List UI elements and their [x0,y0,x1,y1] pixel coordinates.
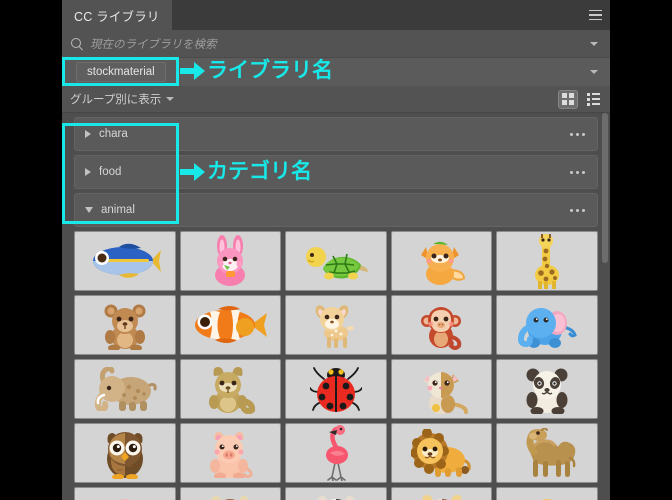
search-row[interactable]: 現在のライブラリを検索 [62,30,610,58]
hamburger-line [588,14,602,16]
list-bullet [586,102,590,106]
search-input[interactable]: 現在のライブラリを検索 [90,36,590,52]
list-line [591,93,600,95]
asset-thumbnail-fawn-deer[interactable] [285,295,387,355]
dot [576,208,579,212]
group-by-label[interactable]: グループ別に表示 [70,91,161,107]
library-selector-row[interactable]: stockmaterial [62,58,610,86]
panel-menu-icon[interactable] [580,0,610,30]
content-scrollbar[interactable] [602,113,608,500]
asset-thumbnail-blue-elephant[interactable] [496,295,598,355]
dot [582,170,585,174]
group-header-chara[interactable]: chara [74,117,598,151]
asset-thumbnail-giraffe[interactable] [496,231,598,291]
asset-thumbnail-holstein-cow[interactable] [285,487,387,500]
asset-thumbnail-orange-cat[interactable] [496,487,598,500]
cc-libraries-panel: CC ライブラリ 現在のライブラリを検索 stockmaterial グループ別… [62,0,610,500]
group-header-food[interactable]: food [74,155,598,189]
asset-thumbnail-ladybug[interactable] [285,359,387,419]
grid-cell [568,99,574,105]
asset-thumbnail-camel[interactable] [496,423,598,483]
asset-thumbnail-spotted-cow[interactable] [390,487,493,500]
asset-thumbnail-tuna-fish[interactable] [74,231,176,291]
dot [570,132,573,136]
group-name: chara [99,128,128,140]
list-bullet [586,97,590,101]
tab-label: CC ライブラリ [74,9,160,24]
asset-thumbnail-owl[interactable] [74,423,176,483]
group-by-row: グループ別に表示 [62,86,610,113]
list-line [591,103,600,105]
list-line [591,98,600,100]
grid-view-icon[interactable] [558,89,578,109]
asset-thumbnail-grid [74,231,598,500]
asset-thumbnail-calico-cat[interactable] [390,359,493,419]
asset-thumbnail-teddy-bear[interactable] [74,295,176,355]
group-name: animal [101,204,135,216]
chevron-down-icon[interactable] [590,41,598,46]
list-view-icon[interactable] [584,91,602,108]
asset-thumbnail-brown-cow[interactable] [179,487,282,500]
asset-thumbnail-monkey[interactable] [390,295,493,355]
library-name-value[interactable]: stockmaterial [76,62,166,82]
chevron-down-icon[interactable] [166,97,175,101]
asset-thumbnail-flamingo[interactable] [285,423,387,483]
tab-bar-filler [172,0,580,30]
asset-thumbnail-pink-rabbit[interactable] [179,231,282,291]
library-content-area: chara food animal [62,113,610,500]
hamburger-line [588,9,602,12]
asset-thumbnail-pink-cat[interactable] [74,487,176,500]
asset-thumbnail-pig[interactable] [179,423,282,483]
ellipsis-icon[interactable] [566,129,589,140]
grid-cell [568,93,574,99]
triangle-down-icon[interactable] [85,207,93,213]
asset-thumbnail-fox[interactable] [390,231,493,291]
asset-thumbnail-raccoon[interactable] [179,359,282,419]
dot [576,170,579,174]
dot [570,208,573,212]
panel-tab-bar: CC ライブラリ [62,0,610,30]
triangle-right-icon[interactable] [85,130,91,138]
dot [570,170,573,174]
triangle-right-icon[interactable] [85,168,91,176]
scrollbar-thumb[interactable] [602,113,608,263]
grid-cell [562,93,568,99]
list-bullet [586,92,590,96]
asset-thumbnail-lion[interactable] [390,423,493,483]
view-mode-buttons [558,89,602,109]
search-icon [70,37,84,51]
dot [576,132,579,136]
group-header-animal[interactable]: animal [74,193,598,227]
ellipsis-icon[interactable] [566,167,589,178]
asset-thumbnail-clownfish[interactable] [179,295,282,355]
dot [582,132,585,136]
asset-thumbnail-turtle[interactable] [285,231,387,291]
tab-cc-libraries[interactable]: CC ライブラリ [62,0,172,30]
screenshot-root: CC ライブラリ 現在のライブラリを検索 stockmaterial グループ別… [0,0,672,500]
grid-cell [562,99,568,105]
group-name: food [99,166,122,178]
dot [582,208,585,212]
asset-thumbnail-panda[interactable] [496,359,598,419]
ellipsis-icon[interactable] [566,205,589,216]
hamburger-line [588,18,602,21]
asset-thumbnail-mammoth[interactable] [74,359,176,419]
chevron-down-icon[interactable] [590,70,598,74]
